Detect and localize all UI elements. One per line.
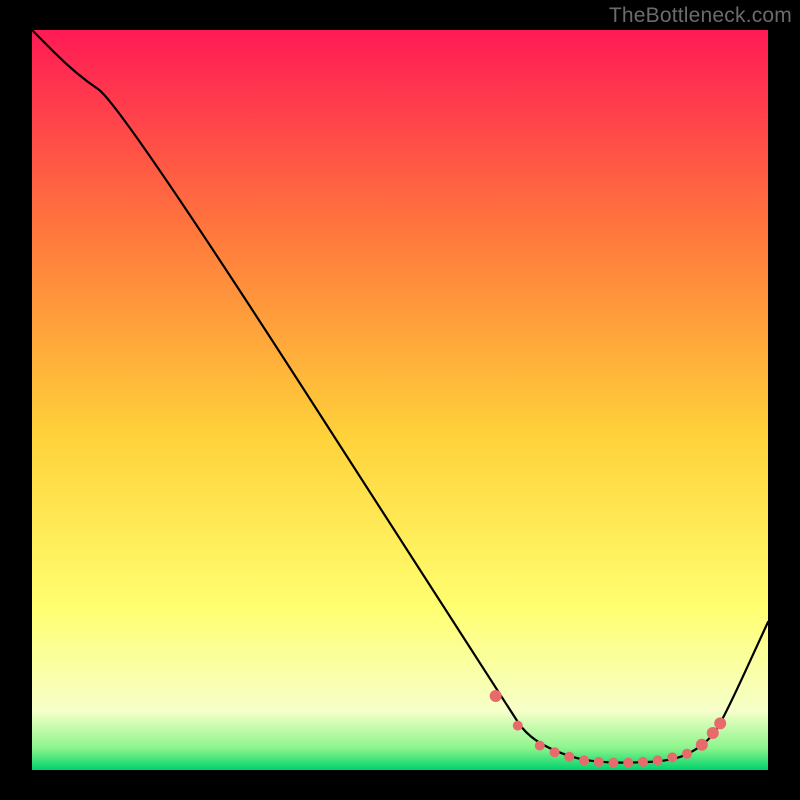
bottleneck-chart bbox=[0, 0, 800, 800]
chart-stage: TheBottleneck.com bbox=[0, 0, 800, 800]
watermark-text: TheBottleneck.com bbox=[609, 4, 792, 28]
marker-point bbox=[623, 758, 633, 768]
marker-point bbox=[714, 717, 726, 729]
gradient-background bbox=[32, 30, 768, 770]
marker-point bbox=[696, 739, 708, 751]
marker-point bbox=[535, 741, 545, 751]
marker-point bbox=[653, 755, 663, 765]
marker-point bbox=[707, 727, 719, 739]
marker-point bbox=[513, 721, 523, 731]
marker-point bbox=[667, 752, 677, 762]
marker-point bbox=[490, 690, 502, 702]
marker-point bbox=[550, 747, 560, 757]
marker-point bbox=[608, 758, 618, 768]
marker-point bbox=[579, 755, 589, 765]
marker-point bbox=[638, 757, 648, 767]
marker-point bbox=[564, 752, 574, 762]
marker-point bbox=[682, 749, 692, 759]
marker-point bbox=[594, 757, 604, 767]
